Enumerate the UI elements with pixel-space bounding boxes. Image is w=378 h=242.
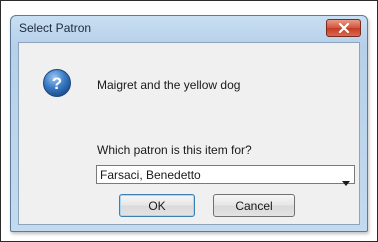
close-button[interactable] — [326, 19, 361, 37]
patron-dropdown-value: Farsaci, Benedetto — [100, 168, 201, 182]
close-icon — [338, 23, 350, 33]
select-patron-dialog: Select Patron ? Maigret and the yellow d… — [10, 15, 368, 232]
item-title-message: Maigret and the yellow dog — [97, 78, 241, 92]
patron-prompt: Which patron is this item for? — [97, 143, 252, 157]
svg-text:?: ? — [52, 74, 62, 93]
patron-dropdown[interactable]: Farsaci, Benedetto — [96, 165, 355, 186]
title-bar: Select Patron — [11, 16, 367, 40]
question-icon: ? — [42, 68, 72, 98]
chevron-down-icon — [342, 173, 350, 191]
screenshot-frame: Select Patron ? Maigret and the yellow d… — [0, 0, 378, 242]
dialog-body: ? Maigret and the yellow dog Which patro… — [18, 42, 360, 225]
ok-button[interactable]: OK — [119, 194, 195, 217]
window-title: Select Patron — [19, 21, 92, 35]
cancel-button[interactable]: Cancel — [213, 194, 295, 217]
